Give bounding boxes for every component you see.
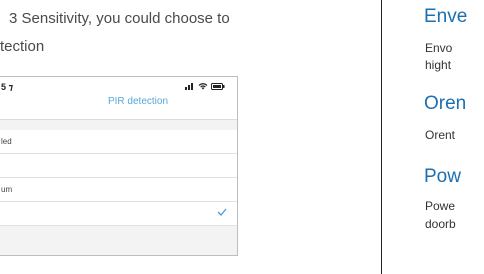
- paragraph-power-1: Powe: [425, 199, 456, 213]
- battery-icon: [211, 82, 225, 90]
- signal-icon: [185, 83, 193, 90]
- nav-bar: PIR detection: [0, 93, 237, 117]
- paragraph-orientation: Orent: [425, 128, 456, 142]
- heading-environment: Enve: [424, 6, 468, 27]
- heading-power: Pow: [424, 166, 461, 187]
- option-row-3[interactable]: um: [0, 178, 237, 202]
- option-row-1[interactable]: led: [0, 130, 237, 154]
- checkmark-icon: [217, 208, 227, 216]
- column-divider: [381, 0, 382, 274]
- option-row-4[interactable]: [0, 202, 237, 226]
- wifi-icon: [198, 83, 208, 90]
- option-label: led: [1, 137, 12, 146]
- sensitivity-text: 3 Sensitivity, you could choose to: [9, 10, 230, 27]
- option-label: um: [1, 185, 13, 194]
- paragraph-environment-2: hight: [425, 58, 452, 72]
- status-time: 5 ⁊: [1, 82, 14, 92]
- phone-screenshot: 5 ⁊ PIR detection led um: [0, 76, 238, 256]
- options-list: led um: [0, 119, 237, 255]
- option-row-2[interactable]: [0, 154, 237, 178]
- detection-text: tection: [0, 38, 45, 55]
- status-icons: [185, 82, 225, 90]
- nav-title: PIR detection: [107, 96, 169, 107]
- heading-orientation: Oren: [424, 93, 467, 114]
- paragraph-environment-1: Envo: [425, 41, 453, 55]
- paragraph-power-2: doorb: [425, 217, 456, 231]
